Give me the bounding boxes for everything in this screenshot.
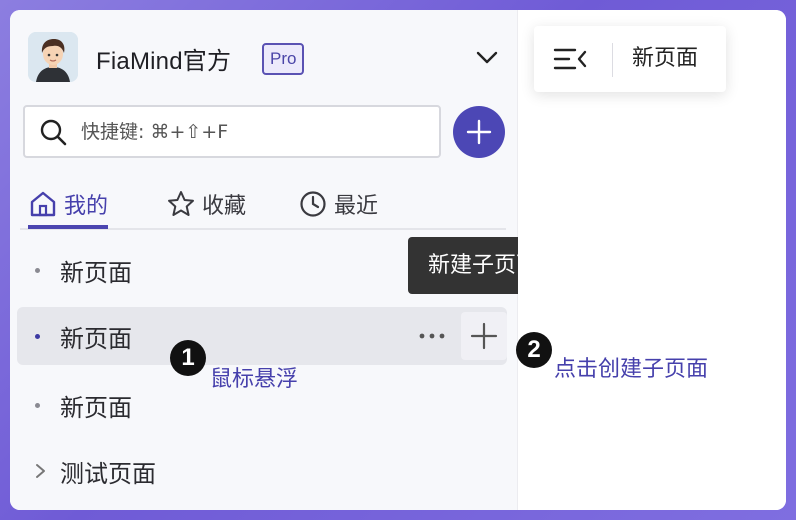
search-input[interactable] <box>81 107 421 156</box>
ellipsis-icon <box>419 333 445 339</box>
sidebar-toggle-icon[interactable] <box>552 46 592 72</box>
tab-favorites-label: 收藏 <box>202 194 247 219</box>
list-item-hovered[interactable]: 新页面 <box>17 307 507 365</box>
tab-recent-label: 最近 <box>334 194 379 219</box>
bullet-dot <box>35 333 40 339</box>
app-window: FiaMind官方 Pro 我的 收藏 最近 <box>10 10 786 510</box>
tab-mine-label: 我的 <box>64 194 109 219</box>
bullet-dot <box>35 267 40 273</box>
avatar[interactable] <box>28 32 78 82</box>
page-label: 新页面 <box>60 324 132 353</box>
add-page-button[interactable] <box>453 106 505 158</box>
tab-recent[interactable]: 最近 <box>298 182 378 226</box>
tab-favorites[interactable]: 收藏 <box>166 182 246 226</box>
user-avatar-icon <box>28 32 78 82</box>
plus-icon <box>470 322 498 350</box>
pro-badge: Pro <box>262 43 305 75</box>
star-icon <box>168 191 194 216</box>
page-toolbar: 新页面 <box>534 26 726 92</box>
annotation-badge-2: 2 <box>516 332 552 368</box>
toolbar-divider <box>612 43 613 77</box>
clock-icon <box>300 191 326 217</box>
plus-icon <box>466 119 492 145</box>
tab-mine[interactable]: 我的 <box>28 182 109 229</box>
page-label: 新页面 <box>60 393 132 422</box>
search-icon <box>39 118 67 146</box>
main-area: 新页面 2 点击创建子页面 <box>516 10 786 510</box>
home-icon <box>30 191 56 217</box>
list-item[interactable]: 测试页面 <box>17 442 507 500</box>
page-label: 测试页面 <box>60 459 156 488</box>
page-label: 新页面 <box>60 258 132 287</box>
chevron-down-icon[interactable] <box>475 46 499 70</box>
sidebar: FiaMind官方 Pro 我的 收藏 最近 <box>10 10 558 510</box>
search-box <box>23 105 441 158</box>
page-title: 新页面 <box>632 46 699 71</box>
annotation-badge-1: 1 <box>170 340 206 376</box>
bullet-dot <box>35 402 40 408</box>
tab-bar: 我的 收藏 最近 <box>20 182 506 230</box>
annotation-text-1: 鼠标悬浮 <box>210 367 299 392</box>
workspace-name[interactable]: FiaMind官方 <box>96 41 231 76</box>
more-options-button[interactable] <box>417 323 447 349</box>
add-subpage-button[interactable] <box>461 312 507 360</box>
annotation-text-2: 点击创建子页面 <box>554 357 709 382</box>
chevron-right-icon[interactable] <box>33 462 47 480</box>
